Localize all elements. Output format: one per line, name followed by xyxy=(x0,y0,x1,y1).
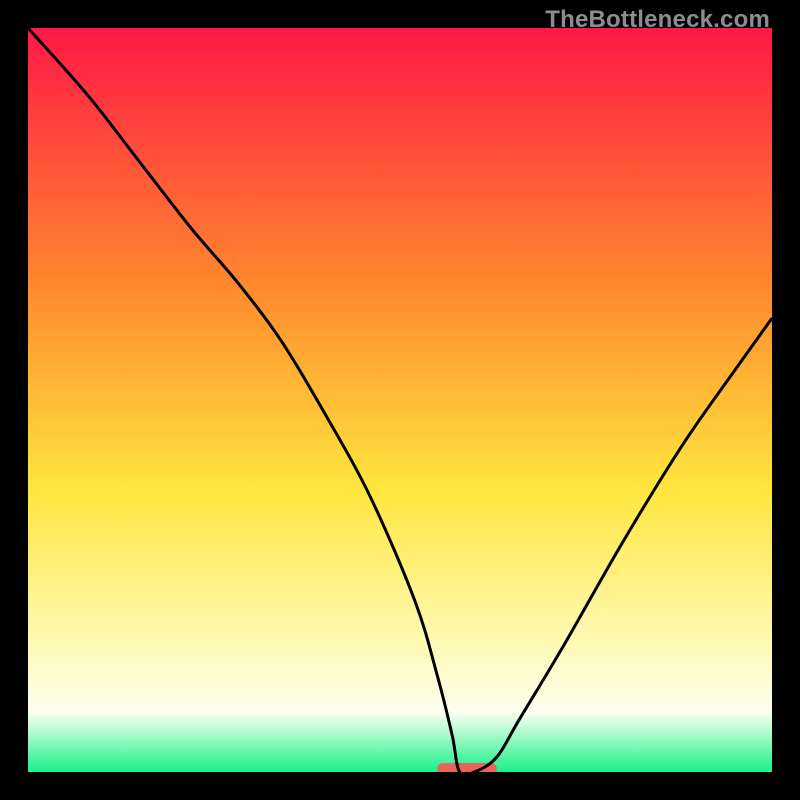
bottleneck-chart xyxy=(28,28,772,772)
gradient-background xyxy=(28,28,772,772)
chart-frame xyxy=(28,28,772,772)
watermark-text: TheBottleneck.com xyxy=(545,6,770,34)
